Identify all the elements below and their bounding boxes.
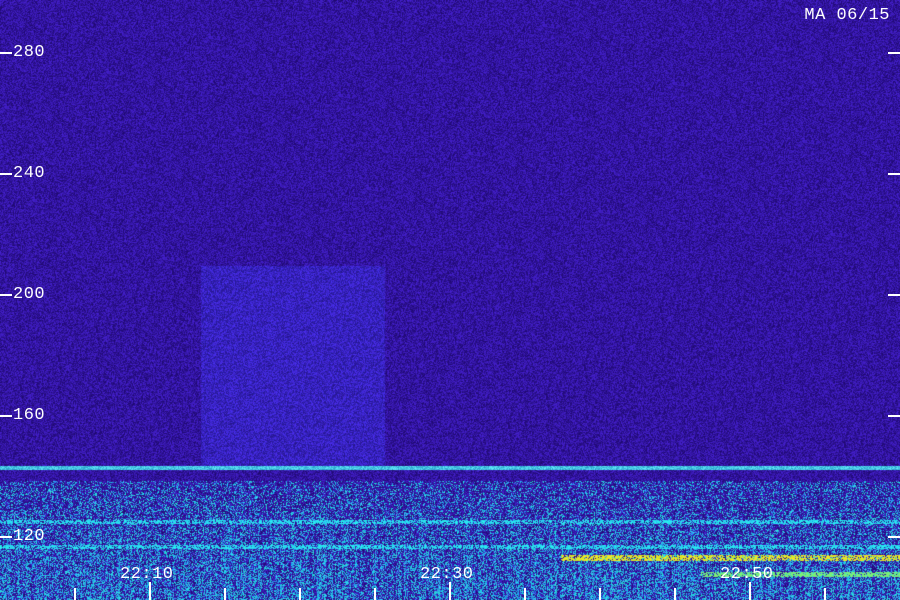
x-axis-label-2230: 22:30 bbox=[420, 565, 474, 584]
y-tick-right-280 bbox=[888, 52, 900, 54]
y-axis-label-240: 240 bbox=[13, 164, 46, 183]
y-tick-right-160 bbox=[888, 415, 900, 417]
y-tick-left-160 bbox=[0, 415, 12, 417]
x-tick bbox=[74, 588, 76, 600]
x-axis-label-2210: 22:10 bbox=[120, 565, 174, 584]
x-tick-major bbox=[449, 582, 451, 600]
x-tick bbox=[599, 588, 601, 600]
y-axis-label-120: 120 bbox=[13, 527, 46, 546]
y-axis-label-160: 160 bbox=[13, 406, 46, 425]
x-tick bbox=[524, 588, 526, 600]
y-tick-left-120 bbox=[0, 536, 12, 538]
x-tick bbox=[299, 588, 301, 600]
y-tick-left-200 bbox=[0, 294, 12, 296]
spectrogram-canvas bbox=[0, 0, 900, 600]
x-tick bbox=[824, 588, 826, 600]
y-tick-left-240 bbox=[0, 173, 12, 175]
x-tick-major bbox=[749, 582, 751, 600]
y-tick-left-280 bbox=[0, 52, 12, 54]
y-axis-label-200: 200 bbox=[13, 285, 46, 304]
y-tick-right-200 bbox=[888, 294, 900, 296]
x-tick bbox=[224, 588, 226, 600]
y-axis-label-280: 280 bbox=[13, 43, 46, 62]
y-tick-right-120 bbox=[888, 536, 900, 538]
x-axis-label-2250: 22:50 bbox=[720, 565, 774, 584]
station-date-stamp: MA 06/15 bbox=[804, 6, 890, 25]
x-tick bbox=[374, 588, 376, 600]
x-tick-major bbox=[149, 582, 151, 600]
x-tick bbox=[674, 588, 676, 600]
y-tick-right-240 bbox=[888, 173, 900, 175]
